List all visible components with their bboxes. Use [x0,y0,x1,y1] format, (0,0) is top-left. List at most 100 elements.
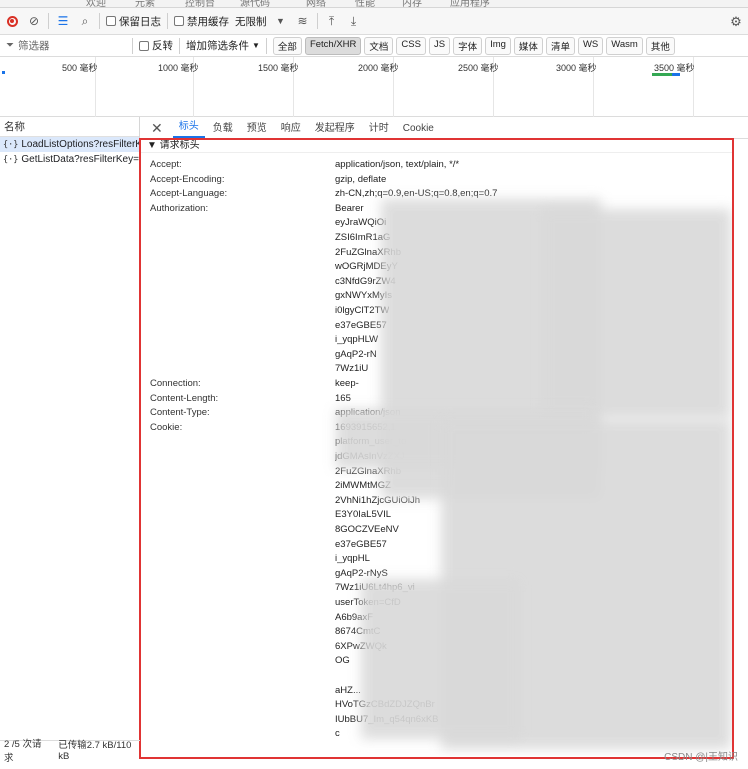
header-name: Accept-Language: [150,188,228,200]
request-row[interactable]: {·}LoadListOptions?resFilterKey=... [0,137,139,152]
search-icon[interactable]: ⌕ [77,13,93,29]
type-filter-fetch-xhr[interactable]: Fetch/XHR [304,36,362,55]
timeline-overview[interactable]: 500 毫秒 1000 毫秒 1500 毫秒 2000 毫秒 2500 毫秒 3… [0,57,748,117]
request-name: GetListData?resFilterKey=48be... [21,154,139,165]
header-value: OG [335,655,350,667]
divider [167,13,168,29]
chevron-down-icon: ▼ [252,41,260,50]
tab-elements[interactable]: 元素 [135,0,155,7]
header-value: i_yqpHLW [335,334,379,346]
request-headers-panel: ▼ 请求标头 Accept: application/json, text/pla… [141,139,733,756]
record-icon[interactable] [4,13,20,29]
tab-console[interactable]: 控制台 [185,0,215,7]
network-toolbar: ⊘ ☰ ⌕ 保留日志 禁用缓存 无限制 ▼ ≋ ⤒ ⤓ [0,8,748,35]
wifi-settings-icon[interactable]: ≋ [295,13,311,29]
name-column-header[interactable]: 名称 [0,117,139,137]
tab-timing[interactable]: 计时 [363,119,395,138]
timeline-tick: 500 毫秒 [62,63,98,73]
header-name: Cookie: [150,421,183,433]
close-icon[interactable]: ✕ [151,118,163,138]
timeline-tick: 2000 毫秒 [358,63,399,73]
timeline-bar [672,73,680,76]
clear-icon[interactable]: ⊘ [26,13,42,29]
devtools-tab-strip: 欢迎 元素 控制台 源代码 网络 性能 内存 应用程序 [0,0,748,8]
more-filters-dropdown[interactable]: 增加筛选条件 ▼ [186,38,260,53]
header-value: gAqP2-rN [335,348,377,360]
type-filter--[interactable]: 媒体 [513,36,543,55]
divider [265,37,267,54]
header-name: Content-Length: [150,392,219,404]
tab-preview[interactable]: 预览 [241,119,273,138]
header-value: 165 [335,392,351,404]
tab-application[interactable]: 应用程序 [450,0,490,7]
invert-checkbox[interactable]: 反转 [139,38,173,53]
header-value: c [335,728,340,740]
filter-icon[interactable]: ☰ [55,13,71,29]
tab-payload[interactable]: 负载 [207,119,239,138]
filter-placeholder: 筛选器 [18,40,50,52]
tab-initiator[interactable]: 发起程序 [309,119,361,138]
type-filter-img[interactable]: Img [485,36,511,55]
request-row[interactable]: {·}GetListData?resFilterKey=48be... [0,152,139,167]
type-filter--[interactable]: 文档 [364,36,394,55]
header-name: Connection: [150,378,201,389]
tab-memory[interactable]: 内存 [402,0,422,7]
import-har-icon[interactable]: ⤒ [324,13,340,29]
header-value: Bearer [335,202,364,214]
filter-bar: ⏷ 筛选器 反转 增加筛选条件 ▼ 全部 Fetch/XHR 文档 CSS JS 字体 Img… [0,35,748,57]
request-name: LoadListOptions?resFilterKey=... [21,139,139,150]
tab-welcome[interactable]: 欢迎 [86,0,106,7]
type-filter-css[interactable]: CSS [396,36,426,55]
request-list: 名称 {·}LoadListOptions?resFilterKey=...{·… [0,117,140,740]
xhr-icon: {·} [3,155,19,165]
divider [179,37,180,54]
request-count: 2 /5 次请求 [4,738,42,764]
type-filter-wasm[interactable]: Wasm [606,36,643,55]
funnel-icon: ⏷ [6,40,14,51]
header-value: zh-CN,zh;q=0.9,en-US;q=0.8,en;q=0.7 [335,188,498,200]
type-filter-js[interactable]: JS [428,36,451,55]
header-value: 7Wz1iU [335,363,369,375]
tab-cookie[interactable]: Cookie [397,123,440,138]
header-value: e37eGBE57 [335,319,387,331]
tab-network[interactable]: 网络 [306,0,326,7]
timeline-tick: 2500 毫秒 [458,63,499,73]
timeline-bar [2,71,5,74]
header-value: 8GOCZVEeNV [335,524,399,535]
type-filter--[interactable]: 全部 [272,36,302,55]
type-filter--[interactable]: 其他 [645,36,675,55]
timeline-tick: 1500 毫秒 [258,63,299,73]
header-name: Content-Type: [150,407,210,419]
preserve-log-checkbox[interactable]: 保留日志 [106,14,161,29]
filter-input[interactable]: ⏷ 筛选器 [6,38,126,54]
tab-headers[interactable]: 标头 [172,117,205,138]
header-value: gzip, deflate [335,173,387,185]
timeline-tick: 1000 毫秒 [158,63,199,73]
disable-cache-checkbox[interactable]: 禁用缓存 [174,14,229,29]
header-value: aHZ... [335,684,361,696]
header-value: gAqP2-rNyS [335,567,388,579]
timeline-tick: 3000 毫秒 [556,63,597,73]
tab-performance[interactable]: 性能 [355,0,375,7]
request-headers-section-title[interactable]: ▼ 请求标头 [141,139,733,153]
header-value: E3Y0IaL5VIL [335,509,391,521]
type-filter-ws[interactable]: WS [577,36,604,55]
type-filter--[interactable]: 字体 [453,36,483,55]
status-bar: 2 /5 次请求 已传输2.7 kB/110 kB [0,739,140,764]
tab-sources[interactable]: 源代码 [240,0,270,7]
chevron-down-icon[interactable]: ▼ [273,13,289,29]
tab-response[interactable]: 响应 [275,119,307,138]
watermark: CSDN @|王知识 [664,752,738,763]
type-filter--[interactable]: 清单 [545,36,575,55]
settings-gear-icon[interactable]: ⚙ [728,14,744,30]
header-value: application/json, text/plain, */* [335,159,460,170]
header-value: i_yqpHL [335,553,370,565]
divider [48,13,49,29]
transferred-size: 已传输2.7 kB/110 kB [58,740,132,762]
export-har-icon[interactable]: ⤓ [346,13,362,29]
throttling-select[interactable]: 无限制 [235,14,267,29]
timeline-bar [652,73,672,76]
divider [99,13,100,29]
header-name: Accept: [150,159,182,170]
divider [132,37,133,54]
